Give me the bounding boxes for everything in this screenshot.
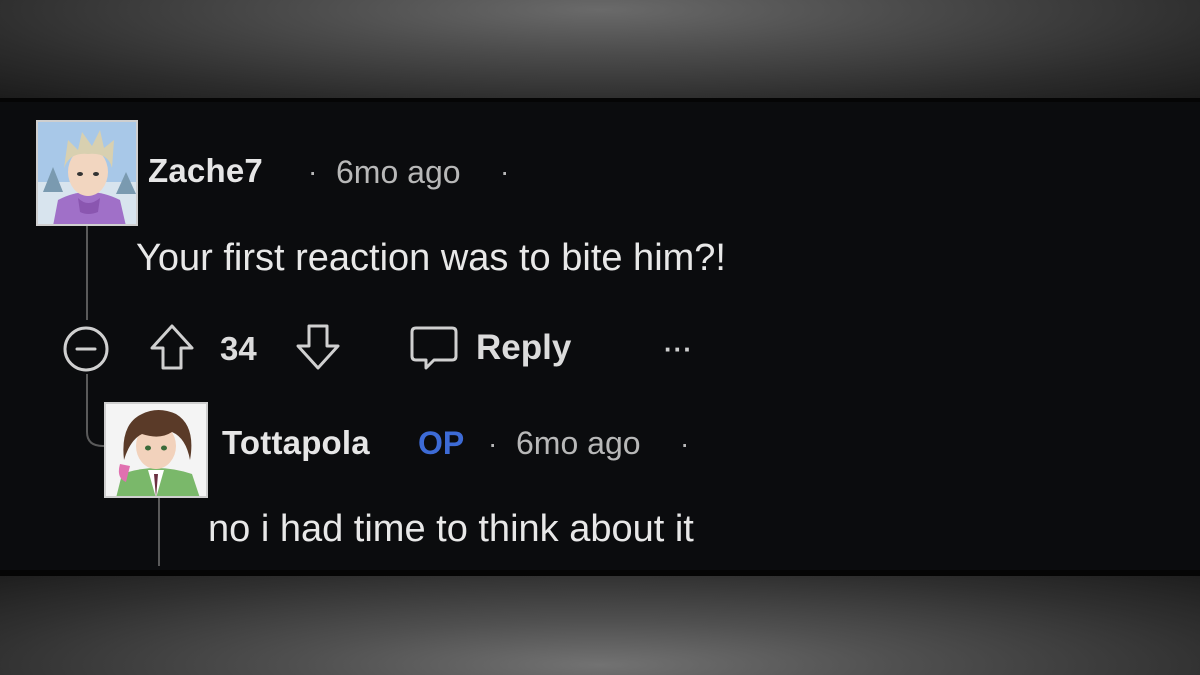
comment-text: Your first reaction was to bite him?!	[136, 237, 726, 279]
speech-bubble-icon[interactable]	[408, 322, 460, 374]
separator-dot: ·	[308, 156, 318, 187]
separator-dot: ·	[500, 156, 510, 187]
avatar-image	[106, 404, 206, 496]
reply-button[interactable]: Reply	[476, 328, 571, 368]
arrow-up-icon[interactable]	[148, 322, 196, 372]
separator-dot: ·	[488, 428, 498, 459]
timestamp[interactable]: 6mo ago	[336, 154, 461, 191]
thread-line	[158, 498, 160, 566]
avatar[interactable]	[104, 402, 208, 498]
vote-score: 34	[220, 330, 257, 367]
thread-line	[86, 226, 88, 320]
blurred-background-top	[0, 0, 1200, 98]
avatar-image	[38, 122, 136, 224]
username[interactable]: Tottapola	[222, 424, 370, 462]
op-badge: OP	[418, 425, 465, 461]
more-options-button[interactable]: ···	[664, 334, 693, 365]
comment-text: no i had time to think about it	[208, 508, 694, 550]
avatar[interactable]	[36, 120, 138, 226]
username[interactable]: Zache7	[148, 152, 263, 190]
minus-circle-icon[interactable]	[61, 324, 111, 374]
arrow-down-icon[interactable]	[294, 322, 342, 372]
separator-dot: ·	[680, 428, 690, 459]
timestamp[interactable]: 6mo ago	[516, 425, 641, 462]
blurred-background-bottom	[0, 576, 1200, 675]
